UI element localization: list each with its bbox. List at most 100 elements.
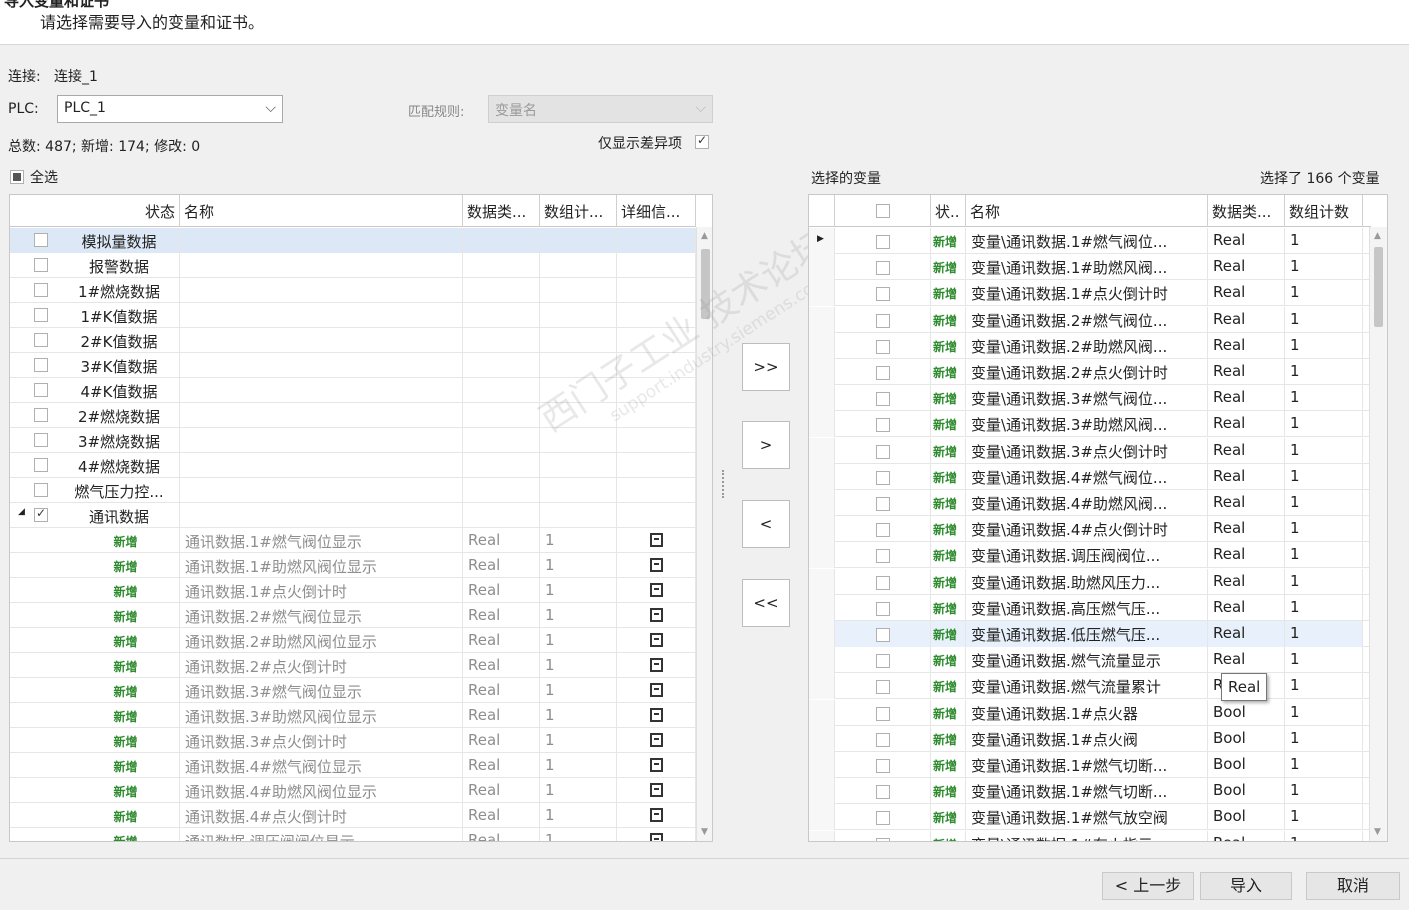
details-icon[interactable] xyxy=(649,583,663,597)
variable-row[interactable]: 新增 通讯数据.2#点火倒计时 Real 1 xyxy=(10,653,696,678)
move-left-button[interactable]: < xyxy=(742,500,790,548)
group-row[interactable]: ◢ 通讯数据 xyxy=(10,503,696,528)
move-right-button[interactable]: > xyxy=(742,421,790,469)
scroll-up-icon[interactable]: ▲ xyxy=(701,231,708,241)
variable-row[interactable]: 新增 通讯数据.调压阀阀位显示 Real 1 xyxy=(10,828,696,841)
only-diff-checkbox[interactable] xyxy=(695,133,709,149)
expand-triangle-icon[interactable]: ◢ xyxy=(18,507,25,517)
variable-row[interactable]: 新增 通讯数据.4#燃气阀位显示 Real 1 xyxy=(10,753,696,778)
row-header[interactable] xyxy=(809,411,835,437)
group-row[interactable]: 2#K值数据 xyxy=(10,328,696,353)
row-checkbox[interactable] xyxy=(875,575,890,590)
row-checkbox[interactable] xyxy=(875,522,890,537)
row-checkbox[interactable] xyxy=(875,653,890,668)
details-icon[interactable] xyxy=(649,708,663,722)
row-checkbox[interactable] xyxy=(875,260,890,275)
details-icon[interactable] xyxy=(649,808,663,822)
group-checkbox[interactable] xyxy=(34,233,48,247)
selected-variable-row[interactable]: 新增 变量\通讯数据.助燃风压力... Real 1 xyxy=(809,569,1369,595)
row-checkbox[interactable] xyxy=(875,837,890,841)
details-icon[interactable] xyxy=(649,758,663,772)
back-button[interactable]: < 上一步 xyxy=(1102,872,1194,900)
row-header[interactable] xyxy=(809,464,835,490)
selected-variable-row[interactable]: 新增 变量\通讯数据.2#点火倒计时 Real 1 xyxy=(809,359,1369,385)
row-checkbox[interactable] xyxy=(875,784,890,799)
row-header[interactable]: ▶ xyxy=(809,228,835,254)
row-header[interactable] xyxy=(809,490,835,516)
group-checkbox[interactable] xyxy=(34,433,48,447)
import-button[interactable]: 导入 xyxy=(1200,872,1292,900)
row-header[interactable] xyxy=(809,542,835,568)
variable-row[interactable]: 新增 通讯数据.2#助燃风阀位显示 Real 1 xyxy=(10,628,696,653)
group-row[interactable]: 燃气压力控... xyxy=(10,478,696,503)
scroll-down-icon[interactable]: ▼ xyxy=(701,827,708,837)
group-checkbox[interactable] xyxy=(34,358,48,372)
row-checkbox[interactable] xyxy=(875,627,890,642)
row-checkbox[interactable] xyxy=(875,810,890,825)
column-header-details[interactable]: 详细信... xyxy=(617,195,696,227)
row-checkbox[interactable] xyxy=(875,444,890,459)
variable-row[interactable]: 新增 通讯数据.3#助燃风阀位显示 Real 1 xyxy=(10,703,696,728)
row-header[interactable] xyxy=(809,804,835,830)
row-checkbox[interactable] xyxy=(875,391,890,406)
panel-splitter[interactable] xyxy=(722,470,726,498)
group-row[interactable]: 4#燃烧数据 xyxy=(10,453,696,478)
row-header[interactable] xyxy=(809,385,835,411)
row-header[interactable] xyxy=(809,280,835,306)
group-checkbox[interactable] xyxy=(34,258,48,272)
row-checkbox[interactable] xyxy=(875,286,890,301)
row-checkbox[interactable] xyxy=(875,234,890,249)
row-checkbox[interactable] xyxy=(875,679,890,694)
selected-variable-row[interactable]: 新增 变量\通讯数据.3#助燃风阀... Real 1 xyxy=(809,411,1369,437)
variable-row[interactable]: 新增 通讯数据.3#点火倒计时 Real 1 xyxy=(10,728,696,753)
row-header[interactable] xyxy=(809,595,835,621)
selected-variable-row[interactable]: 新增 变量\通讯数据.调压阀阀位... Real 1 xyxy=(809,542,1369,568)
row-checkbox[interactable] xyxy=(875,417,890,432)
row-checkbox[interactable] xyxy=(875,339,890,354)
group-checkbox[interactable] xyxy=(34,333,48,347)
column-header-name[interactable]: 名称 xyxy=(966,195,1208,227)
variable-row[interactable]: 新增 通讯数据.1#点火倒计时 Real 1 xyxy=(10,578,696,603)
column-header-select[interactable] xyxy=(835,195,931,227)
group-checkbox[interactable] xyxy=(34,308,48,322)
column-header-status[interactable]: 状.. xyxy=(931,195,966,227)
selected-variable-row[interactable]: 新增 变量\通讯数据.3#燃气阀位... Real 1 xyxy=(809,385,1369,411)
group-checkbox[interactable] xyxy=(34,383,48,397)
group-row[interactable]: 2#燃烧数据 xyxy=(10,403,696,428)
cancel-button[interactable]: 取消 xyxy=(1306,872,1400,900)
selected-variable-row[interactable]: 新增 变量\通讯数据.1#燃气切断... Bool 1 xyxy=(809,752,1369,778)
details-icon[interactable] xyxy=(649,683,663,697)
variable-row[interactable]: 新增 通讯数据.1#助燃风阀位显示 Real 1 xyxy=(10,553,696,578)
group-row[interactable]: 3#燃烧数据 xyxy=(10,428,696,453)
group-checkbox[interactable] xyxy=(34,283,48,297)
selected-variable-row[interactable]: 新增 变量\通讯数据.2#燃气阀位... Real 1 xyxy=(809,307,1369,333)
move-all-left-button[interactable]: << xyxy=(742,579,790,627)
row-header[interactable] xyxy=(809,673,835,699)
plc-select[interactable]: PLC_1 ⌵ xyxy=(57,95,283,123)
column-header-name[interactable]: 名称 xyxy=(180,195,463,227)
details-icon[interactable] xyxy=(649,658,663,672)
row-checkbox[interactable] xyxy=(875,313,890,328)
selected-variable-row[interactable]: 新增 变量\通讯数据.4#点火倒计时 Real 1 xyxy=(809,516,1369,542)
selected-variable-row[interactable]: 新增 变量\通讯数据.4#燃气阀位... Real 1 xyxy=(809,464,1369,490)
details-icon[interactable] xyxy=(649,633,663,647)
details-icon[interactable] xyxy=(649,558,663,572)
selected-variable-row[interactable]: 新增 变量\通讯数据.1#点火器 Bool 1 xyxy=(809,700,1369,726)
row-header[interactable] xyxy=(809,359,835,385)
row-header[interactable] xyxy=(809,778,835,804)
selected-variable-row[interactable]: 新增 变量\通讯数据.高压燃气压... Real 1 xyxy=(809,595,1369,621)
select-all-selected-checkbox[interactable] xyxy=(875,203,890,218)
details-icon[interactable] xyxy=(649,833,663,841)
row-header[interactable] xyxy=(809,831,835,841)
selected-variable-row[interactable]: 新增 变量\通讯数据.1#点火倒计时 Real 1 xyxy=(809,280,1369,306)
group-checkbox[interactable] xyxy=(34,458,48,472)
selected-variable-row[interactable]: 新增变量\通讯数据.1#有火指示Real1 xyxy=(809,831,1369,841)
group-checkbox[interactable] xyxy=(34,506,48,522)
details-icon[interactable] xyxy=(649,533,663,547)
details-icon[interactable] xyxy=(649,733,663,747)
group-row[interactable]: 3#K值数据 xyxy=(10,353,696,378)
row-header[interactable] xyxy=(809,752,835,778)
scroll-up-icon[interactable]: ▲ xyxy=(1374,231,1381,241)
details-icon[interactable] xyxy=(649,608,663,622)
row-header[interactable] xyxy=(809,647,835,673)
